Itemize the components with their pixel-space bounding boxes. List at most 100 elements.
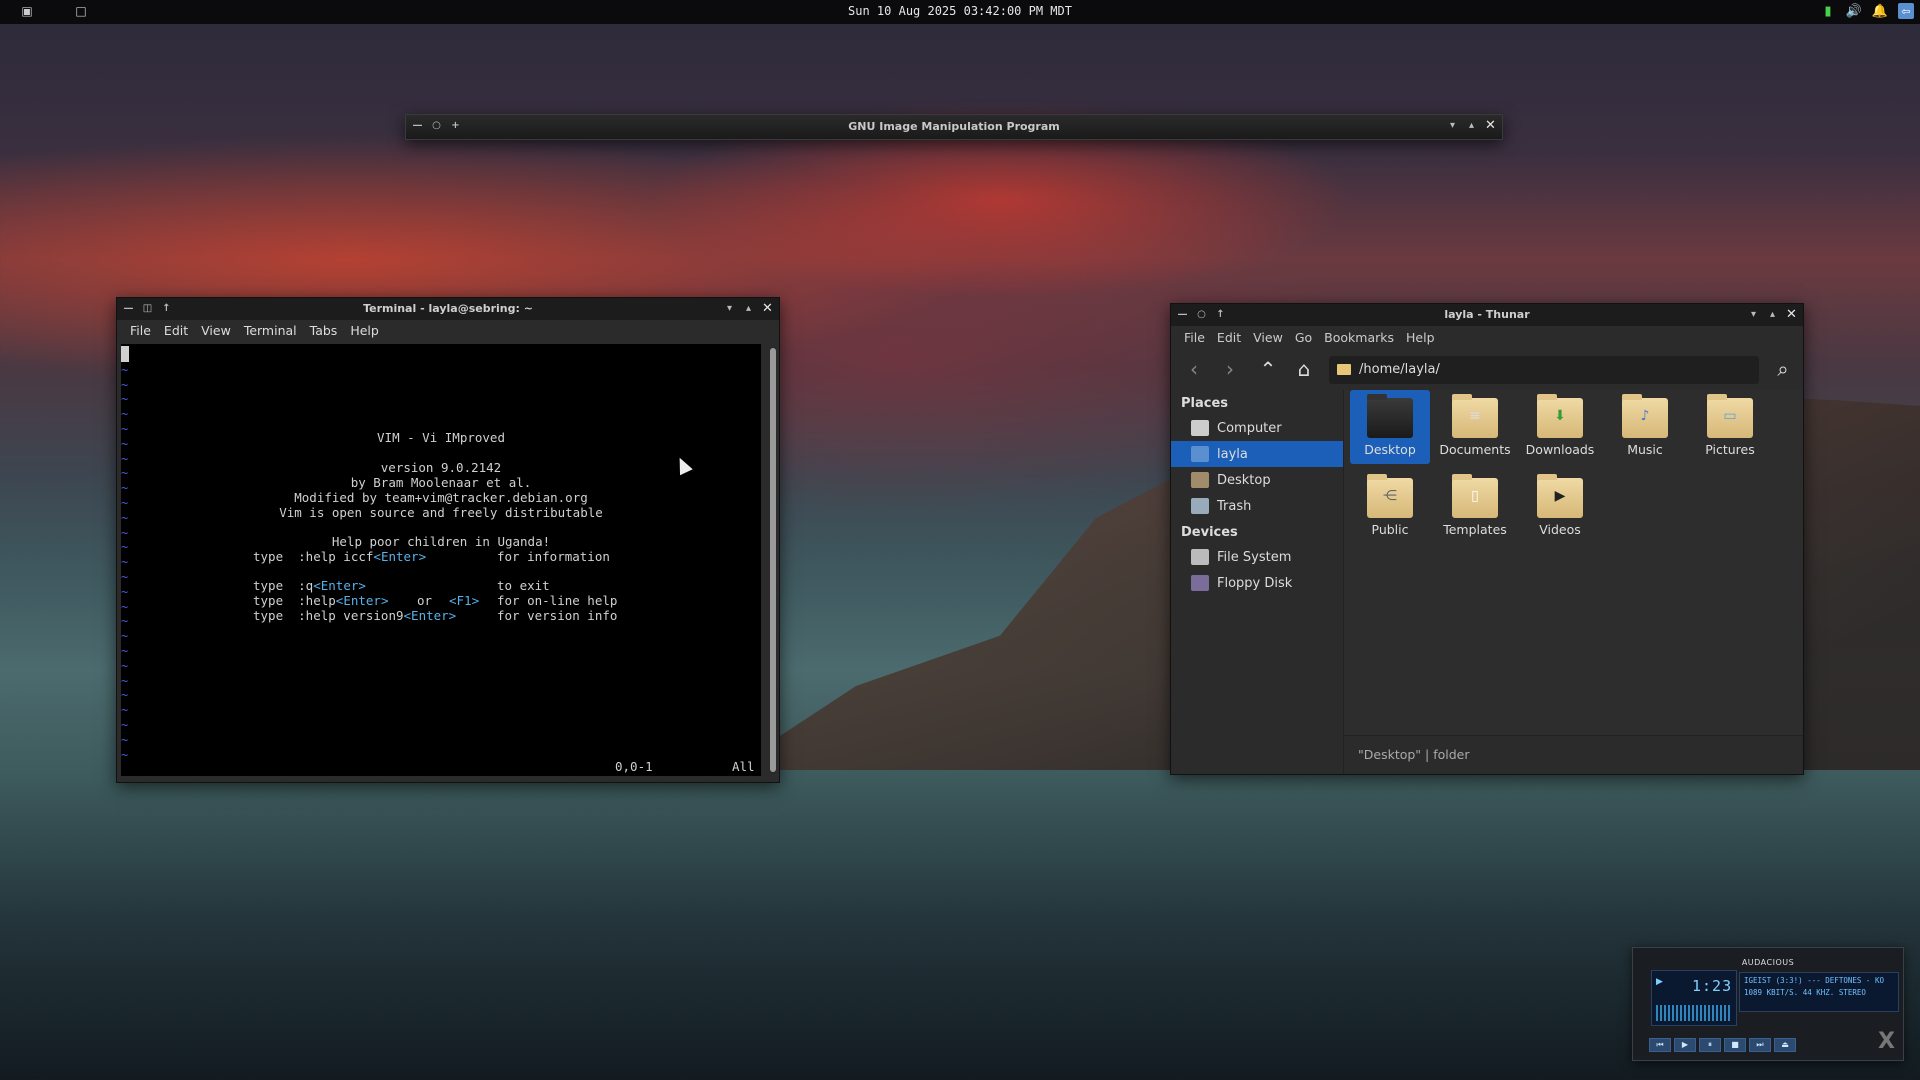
location-bar[interactable]: /home/layla/ xyxy=(1329,356,1759,384)
sidebar-item-label: Desktop xyxy=(1217,472,1271,488)
close-icon[interactable]: ✕ xyxy=(1483,118,1498,133)
folder-pictures[interactable]: ▭ Pictures xyxy=(1690,390,1770,464)
playback-time: 1:23 xyxy=(1692,977,1733,995)
sidebar-item-floppy[interactable]: Floppy Disk xyxy=(1171,570,1343,596)
vim-tilde: ~ xyxy=(121,570,129,584)
network-icon[interactable]: ▮ xyxy=(1820,3,1836,19)
videos-folder-icon: ▶ xyxy=(1537,474,1583,518)
folder-videos[interactable]: ▶ Videos xyxy=(1520,470,1600,544)
sidebar-item-computer[interactable]: Computer xyxy=(1171,415,1343,441)
thunar-window: — ○ ↑ layla - Thunar ▾ ▴ ✕ File Edit Vie… xyxy=(1170,303,1804,775)
vim-tilde: ~ xyxy=(121,718,129,732)
panel-clock[interactable]: Sun 10 Aug 2025 03:42:00 PM MDT xyxy=(0,4,1920,18)
gimp-window: — ○ + GNU Image Manipulation Program ▾ ▴… xyxy=(405,114,1503,140)
menu-view[interactable]: View xyxy=(1248,326,1290,350)
play-icon[interactable]: ▶ xyxy=(1674,1038,1696,1052)
vim-tilde: ~ xyxy=(121,614,129,629)
folder-public[interactable]: ⋲ Public xyxy=(1350,470,1430,544)
vim-tilde: ~ xyxy=(121,584,129,599)
menu-tabs[interactable]: Tabs xyxy=(305,320,346,342)
folder-label: Pictures xyxy=(1705,442,1755,457)
documents-folder-icon: ≡ xyxy=(1452,394,1498,438)
menu-go[interactable]: Go xyxy=(1290,326,1319,350)
drive-icon xyxy=(1191,549,1209,565)
folder-label: Desktop xyxy=(1364,442,1416,457)
menu-terminal[interactable]: Terminal xyxy=(239,320,305,342)
folder-label: Public xyxy=(1371,522,1409,537)
audacious-player: AUDACIOUS ▶ 1:23 IGEIST (3:3!) --- DEFTO… xyxy=(1632,947,1904,1061)
maximize-icon[interactable]: ▴ xyxy=(741,301,756,316)
volume-icon[interactable]: 🔊 xyxy=(1846,3,1862,19)
sidebar-item-trash[interactable]: Trash xyxy=(1171,493,1343,519)
scrollbar-thumb[interactable] xyxy=(770,348,776,772)
terminal-output[interactable]: ~ ~ ~ ~ ~ ~ ~ ~ ~ ~ ~ ~ ~ ~ ~ ~ ~ ~ ~ ~ ~ ~ ~ ~ ~ ~ ~ VIM - Vi IMp… xyxy=(121,344,761,776)
folder-label: Downloads xyxy=(1525,442,1595,457)
shade-icon[interactable]: ▾ xyxy=(1445,118,1460,133)
menu-help[interactable]: Help xyxy=(1401,326,1442,350)
vim-tilde: ~ xyxy=(121,747,129,762)
shade-icon[interactable]: ▾ xyxy=(1746,307,1761,322)
sidebar-item-layla[interactable]: layla xyxy=(1171,441,1343,467)
stop-icon[interactable]: ■ xyxy=(1724,1038,1746,1052)
track-bitrate: 1089 KBIT/S. 44 KHZ. STEREO xyxy=(1744,988,1866,997)
forward-icon[interactable]: › xyxy=(1217,358,1243,382)
home-icon[interactable]: ⌂ xyxy=(1291,358,1317,382)
track-info: IGEIST (3:3!) --- DEFTONES - KO 1089 KBI… xyxy=(1739,972,1899,1012)
close-icon[interactable]: ✕ xyxy=(760,301,775,316)
shade-icon[interactable]: ▾ xyxy=(722,301,737,316)
vim-key: <F1> xyxy=(449,593,480,608)
public-folder-icon: ⋲ xyxy=(1367,474,1413,518)
menu-file[interactable]: File xyxy=(1179,326,1212,350)
terminal-titlebar[interactable]: — ◫ ↑ Terminal - layla@sebring: ~ ▾ ▴ ✕ xyxy=(117,298,779,320)
gimp-titlebar[interactable]: — ○ + GNU Image Manipulation Program ▾ ▴… xyxy=(406,115,1502,139)
vim-tilde: ~ xyxy=(121,688,129,703)
folder-downloads[interactable]: ⬇ Downloads xyxy=(1520,390,1600,464)
maximize-icon[interactable]: ▴ xyxy=(1464,118,1479,133)
menu-view[interactable]: View xyxy=(196,320,239,342)
vim-tilde: ~ xyxy=(121,377,129,392)
next-icon[interactable]: ⏭ xyxy=(1749,1038,1771,1052)
audacious-title: AUDACIOUS xyxy=(1741,958,1795,967)
notification-icon[interactable]: 🔔 xyxy=(1872,3,1888,19)
vim-help-line: type :q<Enter> xyxy=(253,578,366,593)
visualizer xyxy=(1656,1005,1732,1021)
trash-icon xyxy=(1191,498,1209,514)
menu-file[interactable]: File xyxy=(125,320,159,342)
menu-bookmarks[interactable]: Bookmarks xyxy=(1319,326,1401,350)
vim-tilde: ~ xyxy=(121,555,129,570)
terminal-menubar: File Edit View Terminal Tabs Help xyxy=(117,320,779,342)
folder-label: Music xyxy=(1627,442,1663,457)
sidebar-item-file-system[interactable]: File System xyxy=(1171,544,1343,570)
folder-templates[interactable]: ▯ Templates xyxy=(1435,470,1515,544)
menu-help[interactable]: Help xyxy=(345,320,387,342)
folder-documents[interactable]: ≡ Documents xyxy=(1435,390,1515,464)
vim-scroll-position: All xyxy=(732,759,755,774)
folder-view[interactable]: Desktop ≡ Documents ⬇ Downloads ♪ Music ▭ Pi… xyxy=(1344,390,1803,736)
maximize-icon[interactable]: ▴ xyxy=(1765,307,1780,322)
menu-edit[interactable]: Edit xyxy=(159,320,196,342)
vim-tilde: ~ xyxy=(121,703,129,718)
downloads-folder-icon: ⬇ xyxy=(1537,394,1583,438)
thunar-menubar: File Edit View Go Bookmarks Help xyxy=(1171,326,1803,350)
thunar-titlebar[interactable]: — ○ ↑ layla - Thunar ▾ ▴ ✕ xyxy=(1171,304,1803,326)
folder-desktop[interactable]: Desktop xyxy=(1350,390,1430,464)
templates-folder-icon: ▯ xyxy=(1452,474,1498,518)
sidebar-item-desktop[interactable]: Desktop xyxy=(1171,467,1343,493)
back-icon[interactable]: ‹ xyxy=(1181,358,1207,382)
vim-tilde: ~ xyxy=(121,599,129,614)
eject-icon[interactable]: ⏏ xyxy=(1774,1038,1796,1052)
search-icon[interactable]: ⌕ xyxy=(1769,356,1797,384)
previous-icon[interactable]: ⏮ xyxy=(1649,1038,1671,1052)
audacious-display: ▶ 1:23 xyxy=(1651,970,1737,1026)
close-icon[interactable]: ✕ xyxy=(1784,307,1799,322)
folder-music[interactable]: ♪ Music xyxy=(1605,390,1685,464)
terminal-scrollbar[interactable] xyxy=(769,346,777,774)
parent-folder-icon[interactable]: ⌃ xyxy=(1255,358,1281,382)
vim-tilde: ~ xyxy=(121,644,129,658)
computer-icon xyxy=(1191,420,1209,436)
pause-icon[interactable]: ⏸ xyxy=(1699,1038,1721,1052)
vim-desc: for information xyxy=(497,549,610,564)
sidebar-item-label: layla xyxy=(1217,446,1248,462)
logout-icon[interactable]: ⇦ xyxy=(1898,3,1914,19)
menu-edit[interactable]: Edit xyxy=(1212,326,1248,350)
